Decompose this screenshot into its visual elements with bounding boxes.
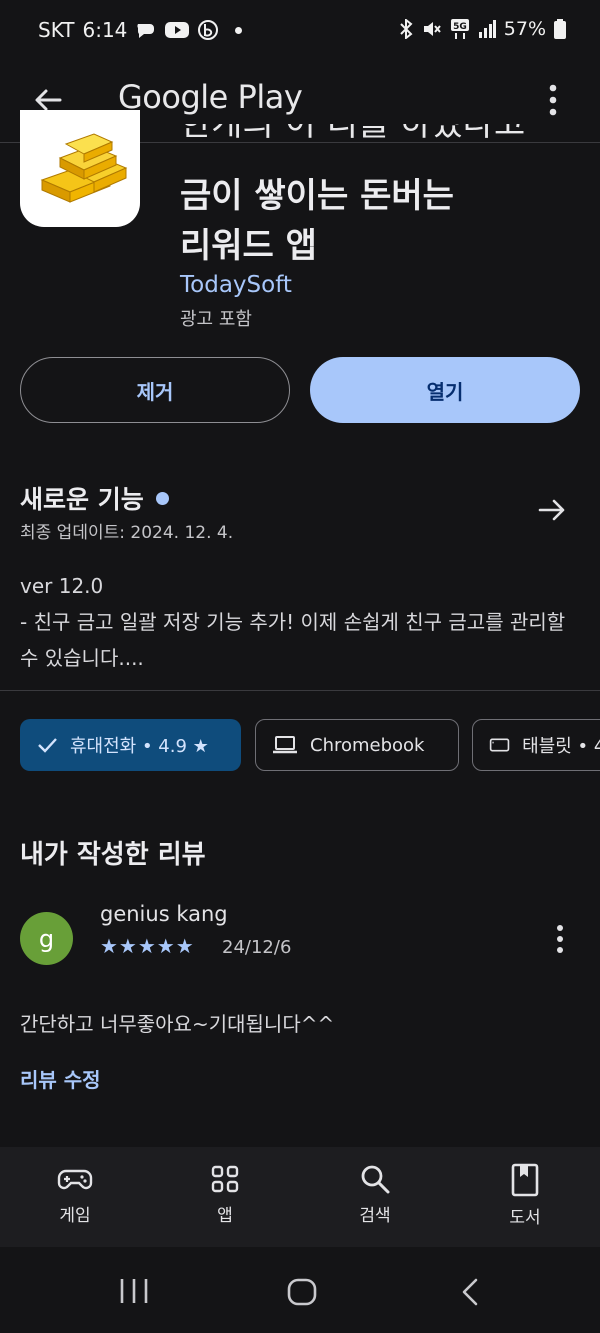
new-indicator-dot: [155, 491, 169, 505]
app-title-line-2: 금이 쌓이는 돈버는: [180, 176, 454, 216]
nav-item-games[interactable]: 게임: [0, 1147, 150, 1247]
chip-chromebook-label: Chromebook: [310, 734, 425, 756]
app-title-partial-line: 한개의 이 리를 하였다고: [180, 124, 526, 144]
open-button[interactable]: 열기: [310, 357, 580, 423]
nav-item-books[interactable]: 도서: [450, 1147, 600, 1247]
nav-label-apps: 앱: [217, 1206, 233, 1226]
avatar: g: [20, 912, 73, 965]
whats-new-title: 새로운 기능: [20, 485, 144, 514]
nav-label-search: 검색: [359, 1206, 391, 1226]
carrier-label: SKT: [38, 18, 75, 42]
nav-label-games: 게임: [59, 1206, 91, 1226]
review-date: 24/12/6: [222, 937, 292, 958]
clock: 6:14: [82, 18, 128, 42]
mute-icon: [423, 22, 441, 36]
nav-item-search[interactable]: 검색: [300, 1147, 450, 1247]
home-icon[interactable]: [286, 1277, 318, 1307]
store-title: Google Play: [118, 78, 303, 116]
b-app-icon: [198, 20, 219, 40]
chat-icon: [137, 24, 155, 38]
my-review-heading: 내가 작성한 리뷰: [20, 840, 206, 870]
dot-icon: [235, 26, 243, 34]
battery-icon: [554, 19, 566, 39]
section-divider: [0, 690, 600, 691]
chip-tablet[interactable]: 태블릿 • 4.: [472, 719, 600, 771]
nav-label-books: 도서: [509, 1208, 541, 1228]
signal-icon: [478, 20, 496, 38]
more-vert-icon[interactable]: [540, 82, 566, 118]
bottom-navigation: 게임 앱 검색 도서: [0, 1147, 600, 1247]
gamepad-icon: [57, 1169, 93, 1190]
system-back-icon[interactable]: [458, 1277, 482, 1307]
review-author: genius kang: [100, 902, 228, 926]
chip-tablet-label: 태블릿 • 4.: [522, 736, 600, 757]
whats-new-body: - 친구 금고 일괄 저장 기능 추가! 이제 손쉽게 친구 금고를 관리할 수…: [20, 610, 566, 670]
review-more-vert-icon[interactable]: [548, 922, 572, 956]
tablet-icon: [489, 738, 510, 752]
recent-apps-icon[interactable]: [118, 1277, 150, 1305]
app-title-line-3: 리워드 앱: [180, 226, 317, 266]
search-icon: [361, 1165, 390, 1194]
nav-item-apps[interactable]: 앱: [150, 1147, 300, 1247]
arrow-right-icon[interactable]: [536, 494, 568, 526]
gold-bars-icon: [20, 110, 140, 227]
chip-phone[interactable]: 휴대전화 • 4.9 ★: [20, 719, 241, 771]
chip-chromebook[interactable]: Chromebook: [255, 719, 459, 771]
apps-grid-icon: [211, 1165, 239, 1193]
whats-new-heading[interactable]: 새로운 기능: [20, 480, 169, 516]
contains-ads-label: 광고 포함: [180, 309, 252, 330]
youtube-icon: [165, 22, 190, 38]
uninstall-button[interactable]: 제거: [20, 357, 290, 423]
developer-link[interactable]: TodaySoft: [180, 272, 292, 298]
battery-percent: 57%: [503, 18, 546, 40]
svg-text:5G: 5G: [453, 22, 467, 32]
star-rating: ★★★★★: [100, 934, 195, 958]
book-icon: [511, 1163, 539, 1197]
review-text: 간단하고 너무좋아요~기대됩니다^^: [20, 1012, 335, 1036]
check-icon: [38, 738, 57, 753]
bluetooth-icon: [400, 19, 413, 39]
version-label: ver 12.0: [20, 574, 104, 598]
status-bar: SKT 6:14 5G 57%: [0, 0, 600, 62]
chip-phone-label: 휴대전화 • 4.9 ★: [70, 736, 209, 757]
5g-icon: 5G: [450, 19, 469, 39]
laptop-icon: [273, 736, 297, 754]
system-navigation-bar: [0, 1247, 600, 1333]
edit-review-link[interactable]: 리뷰 수정: [20, 1064, 101, 1093]
last-updated-date: 최종 업데이트: 2024. 12. 4.: [20, 523, 234, 543]
